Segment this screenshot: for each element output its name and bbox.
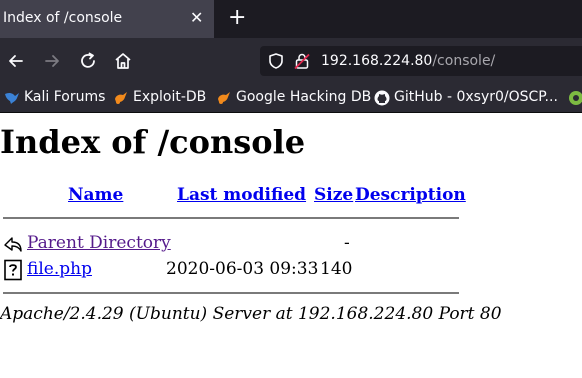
- kali-icon: [5, 92, 19, 104]
- new-tab-button[interactable]: +: [228, 6, 246, 30]
- exploit-db-icon: [218, 92, 230, 104]
- active-tab[interactable]: Index of /console ✕: [0, 0, 214, 38]
- tab-bar: Index of /console ✕ +: [0, 0, 582, 38]
- page-title: Index of /console: [0, 123, 306, 161]
- url-host: 192.168.224.80: [321, 53, 433, 69]
- bookmark-label: Exploit-DB: [133, 89, 207, 105]
- row-size: -: [344, 233, 350, 253]
- column-header-description[interactable]: Description: [355, 185, 466, 205]
- url-bar[interactable]: 192.168.224.80/console/: [260, 46, 582, 76]
- column-header-last-modified[interactable]: Last modified: [177, 185, 306, 205]
- page-content: Index of /console Name Last modified Siz…: [0, 113, 582, 378]
- back-arrow-icon[interactable]: [5, 50, 27, 72]
- file-link[interactable]: file.php: [27, 259, 92, 279]
- url-path: /console/: [432, 53, 496, 69]
- url-text[interactable]: 192.168.224.80/console/: [321, 53, 495, 69]
- bookmark-label: Kali Forums: [24, 89, 106, 105]
- shield-icon[interactable]: [267, 52, 285, 70]
- tab-title: Index of /console: [3, 10, 123, 26]
- unknown-file-icon: [4, 259, 22, 281]
- insecure-lock-icon[interactable]: [293, 52, 311, 70]
- header-divider: [3, 217, 459, 219]
- home-icon[interactable]: [112, 50, 134, 72]
- row-size: 140: [320, 259, 353, 279]
- server-signature: Apache/2.4.29 (Ubuntu) Server at 192.168…: [0, 304, 502, 324]
- bookmark-label: Google Hacking DB: [236, 89, 372, 105]
- column-header-size[interactable]: Size: [314, 185, 353, 205]
- bookmark-label: GitHub - 0xsyr0/OSCP...: [394, 89, 558, 105]
- back-folder-icon: [4, 237, 22, 252]
- bookmarks-toolbar: Kali Forums Exploit-DB Google Hacking DB…: [0, 84, 582, 113]
- github-icon: [374, 90, 390, 106]
- footer-divider: [3, 292, 459, 294]
- exploit-db-icon: [115, 92, 127, 104]
- row-last-modified: 2020-06-03 09:33: [166, 259, 319, 279]
- column-header-name[interactable]: Name: [68, 185, 123, 205]
- forward-arrow-icon[interactable]: [41, 50, 63, 72]
- navigation-bar: 192.168.224.80/console/: [0, 38, 582, 84]
- overflow-bookmark-icon[interactable]: [568, 90, 582, 106]
- tab-close-button[interactable]: ✕: [190, 8, 203, 27]
- reload-icon[interactable]: [77, 50, 99, 72]
- parent-directory-link[interactable]: Parent Directory: [27, 233, 171, 253]
